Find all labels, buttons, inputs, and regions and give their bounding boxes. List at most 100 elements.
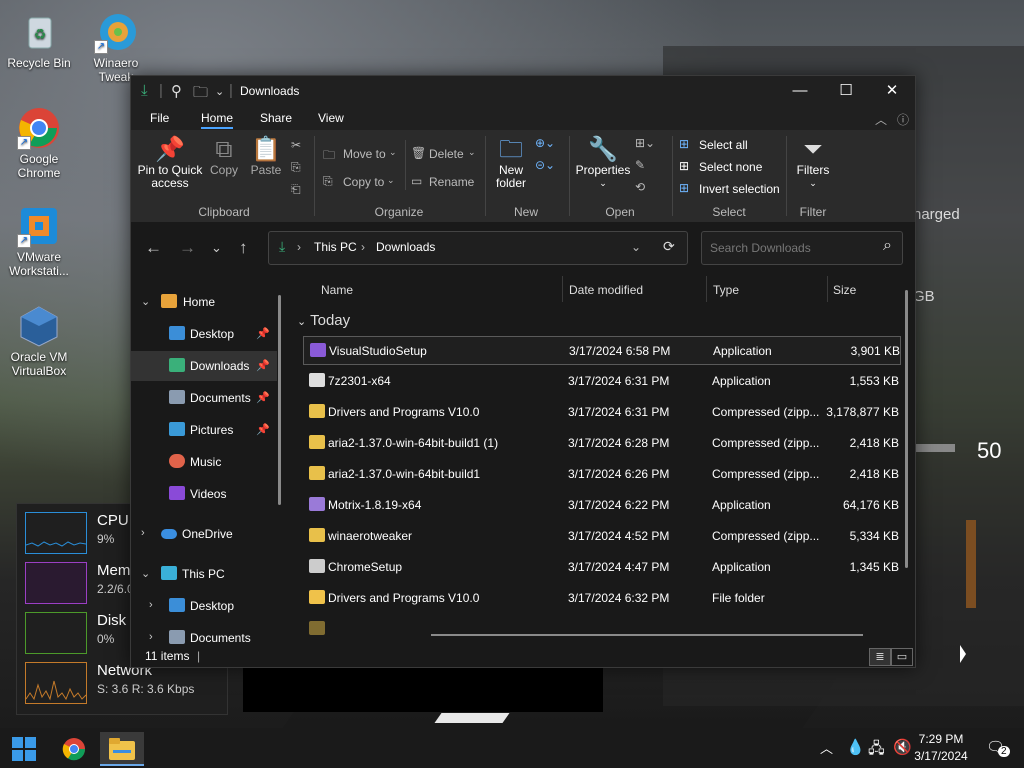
properties-quick-icon[interactable]: ⚲ — [171, 82, 182, 100]
invert-selection-button[interactable]: Invert selection — [699, 182, 780, 196]
desktop-icon-chrome[interactable]: ↗ Google Chrome — [1, 106, 77, 180]
file-explorer-window[interactable]: ⤓ | ⚲ 🗀 ⌄ | Downloads — ☐ ✕ File Home Sh… — [130, 75, 916, 668]
dropbox-tray-icon[interactable]: 💧 — [846, 738, 865, 756]
edit-icon[interactable]: ✎ — [635, 158, 645, 172]
sidebar-scrollbar[interactable] — [278, 295, 281, 505]
column-header-name[interactable]: Name — [321, 283, 353, 297]
move-to-button[interactable]: Move to — [343, 147, 386, 161]
select-none-button[interactable]: Select none — [699, 160, 762, 174]
close-button[interactable]: ✕ — [869, 76, 915, 106]
sidebar-item-desktop[interactable]: Desktop 📌 — [131, 319, 277, 349]
column-header-size[interactable]: Size — [833, 283, 856, 297]
copy-to-button[interactable]: Copy to — [343, 175, 384, 189]
desktop-icon-virtualbox[interactable]: Oracle VM VirtualBox — [1, 304, 77, 378]
file-row[interactable]: Motrix-1.8.19-x64 3/17/2024 6:22 PM Appl… — [303, 491, 899, 518]
new-item-icon[interactable]: ⊕⌄ — [535, 136, 555, 150]
sidebar-item-this-pc[interactable]: ⌄ This PC — [131, 559, 277, 589]
large-icons-view-button[interactable]: ▭ — [891, 648, 913, 666]
select-all-button[interactable]: Select all — [699, 138, 748, 152]
show-hidden-icons-icon[interactable]: ︿ — [820, 738, 833, 757]
search-input[interactable]: Search Downloads — [710, 241, 811, 255]
search-box[interactable]: Search Downloads ⌕ — [701, 231, 903, 265]
new-folder-quick-icon[interactable]: 🗀 — [193, 82, 208, 107]
help-icon[interactable]: ⓘ — [897, 111, 909, 128]
forward-button[interactable]: → — [179, 238, 196, 258]
cut-icon[interactable]: ✂ — [291, 138, 301, 152]
tab-home[interactable]: Home — [201, 111, 234, 129]
expand-icon[interactable]: › — [149, 631, 153, 643]
details-view-button[interactable]: ≣ — [869, 648, 891, 666]
filters-button[interactable]: ⏷ Filters ⌄ — [791, 136, 835, 190]
sidebar-item-documents[interactable]: Documents 📌 — [131, 383, 277, 413]
file-row[interactable]: 7z2301-x64 3/17/2024 6:31 PM Application… — [303, 367, 899, 394]
paste-button[interactable]: 📋 Paste — [247, 136, 285, 177]
maximize-button[interactable]: ☐ — [823, 76, 869, 106]
expand-icon[interactable]: ⌄ — [141, 295, 150, 308]
search-icon[interactable]: ⌕ — [883, 237, 892, 255]
file-row[interactable]: winaerotweaker 3/17/2024 4:52 PM Compres… — [303, 522, 899, 549]
column-separator[interactable] — [827, 276, 828, 302]
sidebar-item-downloads[interactable]: Downloads 📌 — [131, 351, 277, 381]
group-header-today[interactable]: ⌄ Today — [297, 312, 350, 329]
network-icon[interactable]: 🖧 — [868, 738, 885, 763]
file-row[interactable]: aria2-1.37.0-win-64bit-build1 (1) 3/17/2… — [303, 429, 899, 456]
sidebar-item-pc-documents[interactable]: › Documents — [131, 623, 277, 646]
taskbar-file-explorer[interactable] — [100, 732, 144, 766]
address-history-dropdown[interactable]: ⌄ — [631, 240, 641, 254]
expand-icon[interactable]: › — [149, 599, 153, 611]
sidebar-item-videos[interactable]: Videos — [131, 479, 277, 509]
collapse-ribbon-icon[interactable]: ︿ — [875, 111, 887, 128]
file-row-partial[interactable] — [303, 615, 899, 642]
desktop-icon-winaero[interactable]: ↗ Winaero Tweak — [78, 10, 154, 84]
tab-share[interactable]: Share — [260, 111, 292, 125]
sidebar-item-music[interactable]: Music — [131, 447, 277, 477]
sidebar-item-onedrive[interactable]: › OneDrive — [131, 519, 277, 549]
open-icon[interactable]: ⊞⌄ — [635, 136, 655, 150]
breadcrumb-this-pc[interactable]: This PC — [314, 240, 357, 254]
refresh-icon[interactable]: ⟳ — [663, 238, 675, 255]
address-bar[interactable]: ⤓ › This PC › Downloads ⌄ ⟳ — [268, 231, 688, 265]
column-header-type[interactable]: Type — [713, 283, 739, 297]
column-separator[interactable] — [706, 276, 707, 302]
start-button[interactable] — [2, 732, 46, 764]
column-header-date[interactable]: Date modified — [569, 283, 643, 297]
file-list-scrollbar[interactable] — [905, 290, 908, 568]
delete-button[interactable]: Delete — [429, 147, 464, 161]
file-row[interactable]: VisualStudioSetup 3/17/2024 6:58 PM Appl… — [303, 336, 901, 365]
recent-locations-button[interactable]: ⌄ — [211, 240, 222, 256]
file-row[interactable]: Drivers and Programs V10.0 3/17/2024 6:3… — [303, 584, 899, 611]
history-icon[interactable]: ⟲ — [635, 180, 645, 194]
collapse-group-icon: ⌄ — [297, 316, 307, 328]
expand-icon[interactable]: ⌄ — [141, 567, 150, 580]
copy-path-icon[interactable]: ⎘ — [291, 160, 301, 175]
horizontal-scrollbar[interactable] — [431, 634, 863, 636]
column-separator[interactable] — [562, 276, 563, 302]
back-button[interactable]: ← — [145, 238, 162, 258]
sidebar-item-pictures[interactable]: Pictures 📌 — [131, 415, 277, 445]
title-bar[interactable]: ⤓ | ⚲ 🗀 ⌄ | Downloads — ☐ ✕ — [131, 76, 915, 106]
tab-view[interactable]: View — [318, 111, 344, 125]
minimize-button[interactable]: — — [777, 76, 823, 106]
expand-icon[interactable]: › — [141, 527, 145, 539]
sidebar-item-home[interactable]: ⌄ Home — [131, 287, 277, 317]
pin-to-quick-access-button[interactable]: 📌 Pin to Quick access — [137, 136, 203, 190]
file-row[interactable]: Drivers and Programs V10.0 3/17/2024 6:3… — [303, 398, 899, 425]
file-size: 3,901 KB — [850, 344, 900, 358]
tab-file[interactable]: File — [150, 111, 169, 125]
rename-button[interactable]: Rename — [429, 175, 474, 189]
properties-button[interactable]: 🔧 Properties ⌄ — [575, 136, 631, 190]
breadcrumb-downloads[interactable]: Downloads — [376, 240, 435, 254]
copy-button[interactable]: ⧉ Copy — [207, 136, 241, 177]
up-button[interactable]: ↑ — [239, 238, 248, 258]
paste-shortcut-icon[interactable]: ⎗ — [291, 182, 301, 197]
taskbar-clock[interactable]: 7:29 PM 3/17/2024 — [906, 731, 976, 765]
file-row[interactable]: ChromeSetup 3/17/2024 4:47 PM Applicatio… — [303, 553, 899, 580]
taskbar-chrome[interactable] — [52, 732, 96, 764]
easy-access-icon[interactable]: ⊝⌄ — [535, 158, 555, 172]
new-folder-button[interactable]: 🗀 New folder — [491, 136, 531, 190]
desktop-icon-vmware[interactable]: ↗ VMware Workstati... — [1, 204, 77, 278]
sidebar-item-pc-desktop[interactable]: › Desktop — [131, 591, 277, 621]
file-row[interactable]: aria2-1.37.0-win-64bit-build1 3/17/2024 … — [303, 460, 899, 487]
desktop-icon-recycle-bin[interactable]: ♻ Recycle Bin — [1, 10, 77, 70]
customize-quick-access-icon[interactable]: ⌄ — [215, 85, 224, 98]
